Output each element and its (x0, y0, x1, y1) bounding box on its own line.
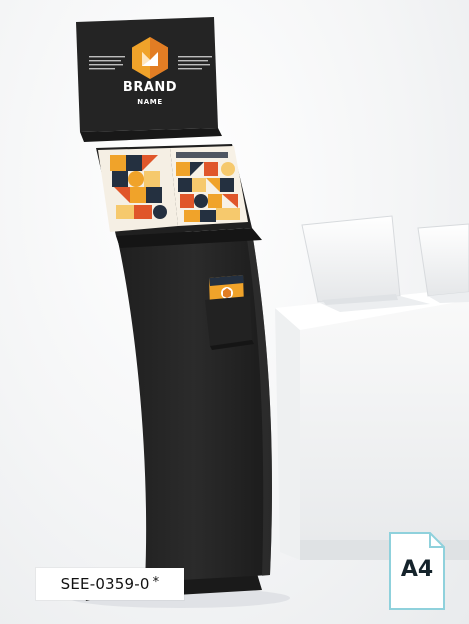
brand-title: BRAND (122, 80, 178, 95)
product-photo: BRAND NAME SEE-0359-0 * A4 (0, 0, 469, 624)
brochure (98, 146, 248, 232)
sku-label: SEE-0359-0 * (36, 568, 184, 600)
stand-body (116, 232, 272, 582)
laptop-right (417, 223, 469, 303)
counter (275, 288, 469, 560)
sku-code: SEE-0359-0 (60, 575, 150, 593)
brand-subtitle: NAME (137, 98, 163, 106)
magazine-shelf (96, 144, 262, 248)
paper-size-label: A4 (400, 557, 434, 582)
paper-size-badge: A4 (388, 531, 446, 611)
sku-mark: * (152, 574, 160, 590)
